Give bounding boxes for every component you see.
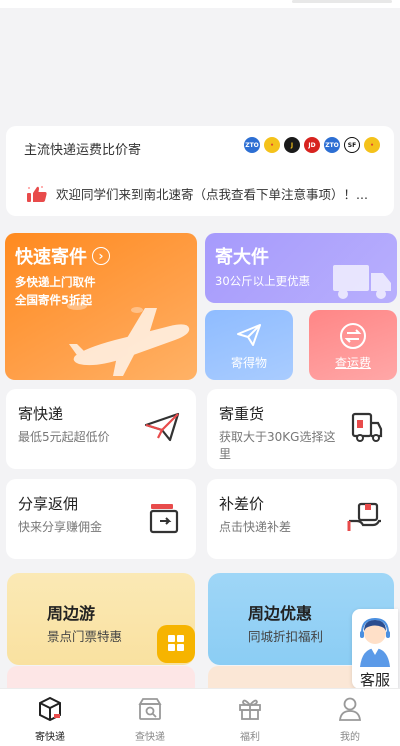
send-goods-card[interactable]: 寄得物 xyxy=(205,310,293,380)
check-freight-card[interactable]: 查运费 xyxy=(309,310,397,380)
service-subtitle: 快来分享赚佣金 xyxy=(18,520,103,534)
tab-send-express[interactable]: 寄快递 xyxy=(0,689,100,746)
banner-card-peek xyxy=(7,666,195,688)
status-bar xyxy=(0,0,400,8)
carrier-logo-sf: SF xyxy=(344,137,360,153)
express-send-line1: 多快递上门取件 xyxy=(15,275,96,289)
service-heavy-cargo[interactable]: 寄重货 获取大于30KG选择这里 xyxy=(207,389,397,469)
tab-label: 查快递 xyxy=(135,732,165,743)
customer-service-button[interactable]: 客服 xyxy=(352,609,398,689)
send-goods-label: 寄得物 xyxy=(230,356,267,370)
express-send-card[interactable]: 快速寄件 › 多快递上门取件 全国寄件5折起 xyxy=(5,233,197,380)
bulky-send-subtitle: 30公斤以上更优惠 xyxy=(215,274,311,288)
exchange-icon xyxy=(340,323,366,349)
compare-card[interactable]: 主流快递运费比价寄 ZTO • J JD ZTO SF • 欢迎同学们来到南北速… xyxy=(6,126,394,216)
carrier-logo-yunda-2: • xyxy=(364,137,380,153)
carrier-logos: ZTO • J JD ZTO SF • xyxy=(244,137,380,153)
service-subtitle: 最低5元起超低价 xyxy=(18,430,110,444)
check-freight-label: 查运费 xyxy=(334,356,371,370)
carrier-logo-jt: J xyxy=(284,137,300,153)
tab-profile[interactable]: 我的 xyxy=(300,689,400,746)
notice-bar[interactable]: 欢迎同学们来到南北速寄（点我查看下单注意事项）！... xyxy=(26,184,386,203)
truck-icon xyxy=(333,265,391,299)
carrier-logo-zto-2: ZTO xyxy=(324,137,340,153)
arrow-right-icon: › xyxy=(92,247,110,265)
service-price-difference[interactable]: 补差价 点击快递补差 xyxy=(207,479,397,559)
nearby-tour-subtitle: 景点门票特惠 xyxy=(47,629,123,644)
share-card-icon xyxy=(149,504,179,534)
nearby-deals-title: 周边优惠 xyxy=(248,604,313,623)
thumbs-up-icon xyxy=(27,185,47,202)
carrier-logo-zto: ZTO xyxy=(244,137,260,153)
service-title: 分享返佣 xyxy=(18,495,79,513)
notice-text: 欢迎同学们来到南北速寄（点我查看下单注意事项）！... xyxy=(56,187,368,202)
carrier-logo-yunda: • xyxy=(264,137,280,153)
customer-service-label: 客服 xyxy=(359,671,390,689)
carrier-logo-jd: JD xyxy=(304,137,320,153)
paper-plane-outline-icon xyxy=(144,412,180,442)
service-send-express[interactable]: 寄快递 最低5元起超低价 xyxy=(6,389,196,469)
tab-label: 寄快递 xyxy=(35,732,65,743)
tab-track-express[interactable]: 查快递 xyxy=(100,689,200,746)
gift-icon xyxy=(239,699,261,720)
service-title: 补差价 xyxy=(219,495,265,513)
express-send-title: 快速寄件 xyxy=(15,247,87,268)
service-share-commission[interactable]: 分享返佣 快来分享赚佣金 xyxy=(6,479,196,559)
hand-package-icon xyxy=(347,502,381,531)
bottom-tab-bar: 寄快递 查快递 福利 我的 xyxy=(0,688,400,746)
nearby-deals-subtitle: 同城折扣福利 xyxy=(248,629,324,644)
nearby-tour-card[interactable]: 周边游 景点门票特惠 xyxy=(7,573,195,665)
cargo-truck-icon xyxy=(351,412,383,442)
airplane-icon xyxy=(67,302,190,376)
tab-benefits[interactable]: 福利 xyxy=(200,689,300,746)
tab-label: 我的 xyxy=(340,732,360,743)
agent-avatar-icon xyxy=(360,617,390,667)
nearby-tour-title: 周边游 xyxy=(47,604,96,623)
bulky-send-card[interactable]: 寄大件 30公斤以上更优惠 xyxy=(205,233,397,303)
service-subtitle: 点击快递补差 xyxy=(219,520,292,534)
ticket-badge-icon xyxy=(157,625,195,663)
tab-label: 福利 xyxy=(240,732,260,743)
status-bar-pill xyxy=(292,0,392,3)
compare-title: 主流快递运费比价寄 xyxy=(24,143,142,158)
paper-plane-icon xyxy=(237,324,261,346)
truck-search-icon xyxy=(138,698,162,720)
person-icon xyxy=(338,697,362,721)
service-subtitle: 获取大于30KG选择这里 xyxy=(219,430,336,461)
express-send-title-row: 快速寄件 › xyxy=(15,243,110,269)
service-title: 寄快递 xyxy=(18,405,64,423)
bulky-send-title: 寄大件 xyxy=(215,247,269,268)
box-icon xyxy=(39,696,61,722)
service-title: 寄重货 xyxy=(219,405,265,423)
